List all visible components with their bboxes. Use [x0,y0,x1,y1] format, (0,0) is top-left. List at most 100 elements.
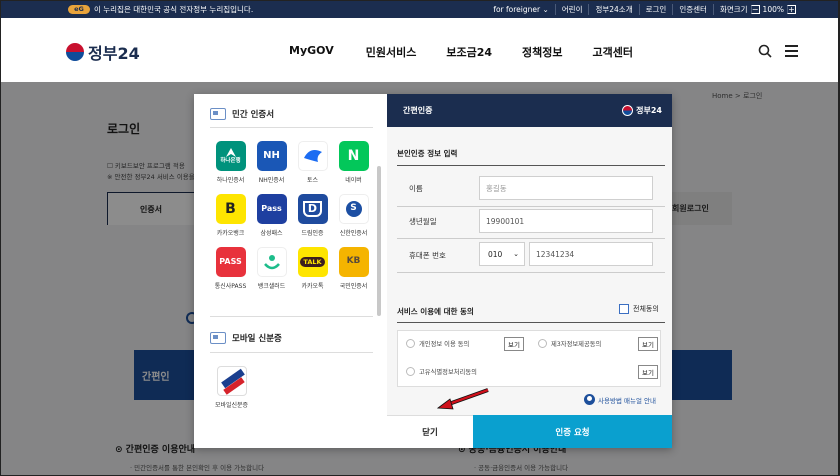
user-manual-link[interactable]: 사용방법 매뉴얼 안내 [584,394,656,405]
agree-all-checkbox[interactable]: 전체동의 [619,304,659,314]
site-logo[interactable]: 정부24 [66,40,140,64]
name-input[interactable]: 홍길동 [479,176,653,200]
cert-label: 토스 [306,177,319,184]
hana-icon-text: 하나은행 [220,158,241,165]
cert-label: 카카오뱅크 [216,230,245,237]
zoom-out-button[interactable]: − [750,4,760,14]
cert-kakaobank[interactable]: B 카카오뱅크 [210,194,251,237]
nh-icon: NH [256,141,287,171]
nav-customer-center[interactable]: 고객센터 [592,44,632,60]
agree-unique-id[interactable]: 고유식별정보처리동의 [406,367,477,376]
cert-label: 신한인증서 [339,230,368,237]
toss-icon [297,141,328,171]
nav-subsidy[interactable]: 보조금24 [446,44,492,60]
nav-mygov[interactable]: MyGOV [289,44,334,60]
cert-kakaotalk[interactable]: TALK 카카오톡 [292,247,333,290]
cert-provider-panel: 민간 인증서 하나은행 하나인증서 NH NH인증서 토스 N 네이버 B 카카… [194,94,387,448]
banksalad-icon [256,247,287,277]
link-foreigner[interactable]: for foreigner ⌄ [487,5,554,14]
simple-auth-modal: 민간 인증서 하나은행 하나인증서 NH NH인증서 토스 N 네이버 B 카카… [194,94,672,448]
auth-form-panel: 간편인증 정부24 본인인증 정보 입력 이름 홍길동 생년월일 1990010… [387,94,672,448]
kb-icon: KB [338,247,369,277]
birthdate-input[interactable]: 19900101 [479,209,653,233]
view-third-party-button[interactable]: 보기 [638,337,658,351]
link-cert-center[interactable]: 인증센터 [672,3,713,15]
cert-label: NH인증서 [258,177,285,184]
utility-links: for foreigner ⌄ 어린이 정부24소개 로그인 인증센터 화면크기… [487,3,802,15]
cert-label: 하나인증서 [216,177,245,184]
user-manual-text: 사용방법 매뉴얼 안내 [598,396,656,405]
agree-item-label: 개인정보 이용 동의 [419,341,470,348]
zoom-label: 화면크기 [719,4,748,14]
cert-dream[interactable]: D 드림인증 [292,194,333,237]
cert-mobile-id[interactable]: 모바일신분증 [211,366,252,409]
private-cert-header: 민간 인증서 [210,108,274,120]
divider [397,206,665,207]
gov24-logo: 정부24 [622,105,662,116]
egov-badge: eG [68,4,90,14]
link-kids[interactable]: 어린이 [554,3,589,15]
cert-hana[interactable]: 하나은행 하나인증서 [210,141,251,184]
cert-shinhan[interactable]: S 신한인증서 [333,194,374,237]
link-about[interactable]: 정부24소개 [588,3,638,15]
dream-icon-text: D [302,201,323,217]
red-arrow-icon [436,388,489,410]
cert-naver[interactable]: N 네이버 [333,141,374,184]
hamburger-menu-icon[interactable] [785,45,798,57]
agree-third-party[interactable]: 제3자정보제공동의 [538,339,601,348]
cert-kb[interactable]: KB 국민인증서 [333,247,374,290]
logo-text: 정부24 [88,44,140,63]
dream-shield-icon: D [297,194,328,224]
taegeuk-icon [66,43,84,61]
divider [210,316,373,317]
mobile-id-title: 모바일 신분증 [232,334,282,344]
close-button[interactable]: 닫기 [387,415,473,448]
id-card-icon [210,332,226,344]
search-icon[interactable] [758,44,772,58]
cert-nh[interactable]: NH NH인증서 [251,141,292,184]
nav-civil-service[interactable]: 민원서비스 [366,44,417,60]
chevron-down-icon: ⌄ [513,250,519,258]
cert-label: 통신사PASS [214,283,247,290]
agree-item-label: 고유식별정보처리동의 [419,369,477,376]
agree-personal-info[interactable]: 개인정보 이용 동의 [406,339,469,348]
view-unique-id-button[interactable]: 보기 [638,365,658,379]
shinhan-icon: S [338,194,369,224]
cert-label: 뱅크샐러드 [257,283,286,290]
cert-label: 네이버 [345,177,362,184]
provider-scrollbar[interactable] [377,166,381,316]
identity-section-title: 본인인증 정보 입력 [397,149,458,158]
phone-number-input[interactable]: 12341234 [529,242,653,266]
agreement-list: 개인정보 이용 동의 보기 제3자정보제공동의 보기 고유식별정보처리동의 보기 [397,330,661,387]
naver-icon: N [338,141,369,171]
cert-banksalad[interactable]: 뱅크샐러드 [251,247,292,290]
agree-all-label: 전체동의 [633,305,659,313]
pass-icon: PASS [215,247,246,277]
shinhan-icon-text: S [345,201,362,217]
kakaotalk-icon-text: TALK [300,256,325,268]
cert-pass[interactable]: PASS 통신사PASS [210,247,251,290]
phone-prefix-select[interactable]: 010 ⌄ [479,242,525,266]
radio-icon [406,339,415,348]
zoom-in-button[interactable]: + [787,4,796,14]
kakaobank-icon: B [215,194,246,224]
cert-label: 모바일신분증 [214,402,249,409]
zoom-control: 화면크기 − 100% + [712,3,802,15]
cert-toss[interactable]: 토스 [292,141,333,184]
certificate-icon [210,108,226,120]
divider [210,127,373,128]
site-header: 정부24 MyGOV 민원서비스 보조금24 정책정보 고객센터 [0,18,840,82]
main-nav: MyGOV 민원서비스 보조금24 정책정보 고객센터 [289,44,633,60]
link-login[interactable]: 로그인 [638,3,673,15]
kakaotalk-icon: TALK [297,247,328,277]
cert-samsungpass[interactable]: Pass 삼성패스 [251,194,292,237]
cert-label: 드림인증 [301,230,324,237]
hana-bank-icon: 하나은행 [215,141,246,171]
cert-label: 국민인증서 [339,283,368,290]
mobile-id-icon [216,366,247,396]
auth-request-button[interactable]: 인증 요청 [473,415,672,448]
view-personal-info-button[interactable]: 보기 [504,337,524,351]
divider [397,322,665,323]
gov-notice-bar: eG 이 누리집은 대한민국 공식 전자정부 누리집입니다. for forei… [0,0,840,18]
nav-policy[interactable]: 정책정보 [522,44,562,60]
